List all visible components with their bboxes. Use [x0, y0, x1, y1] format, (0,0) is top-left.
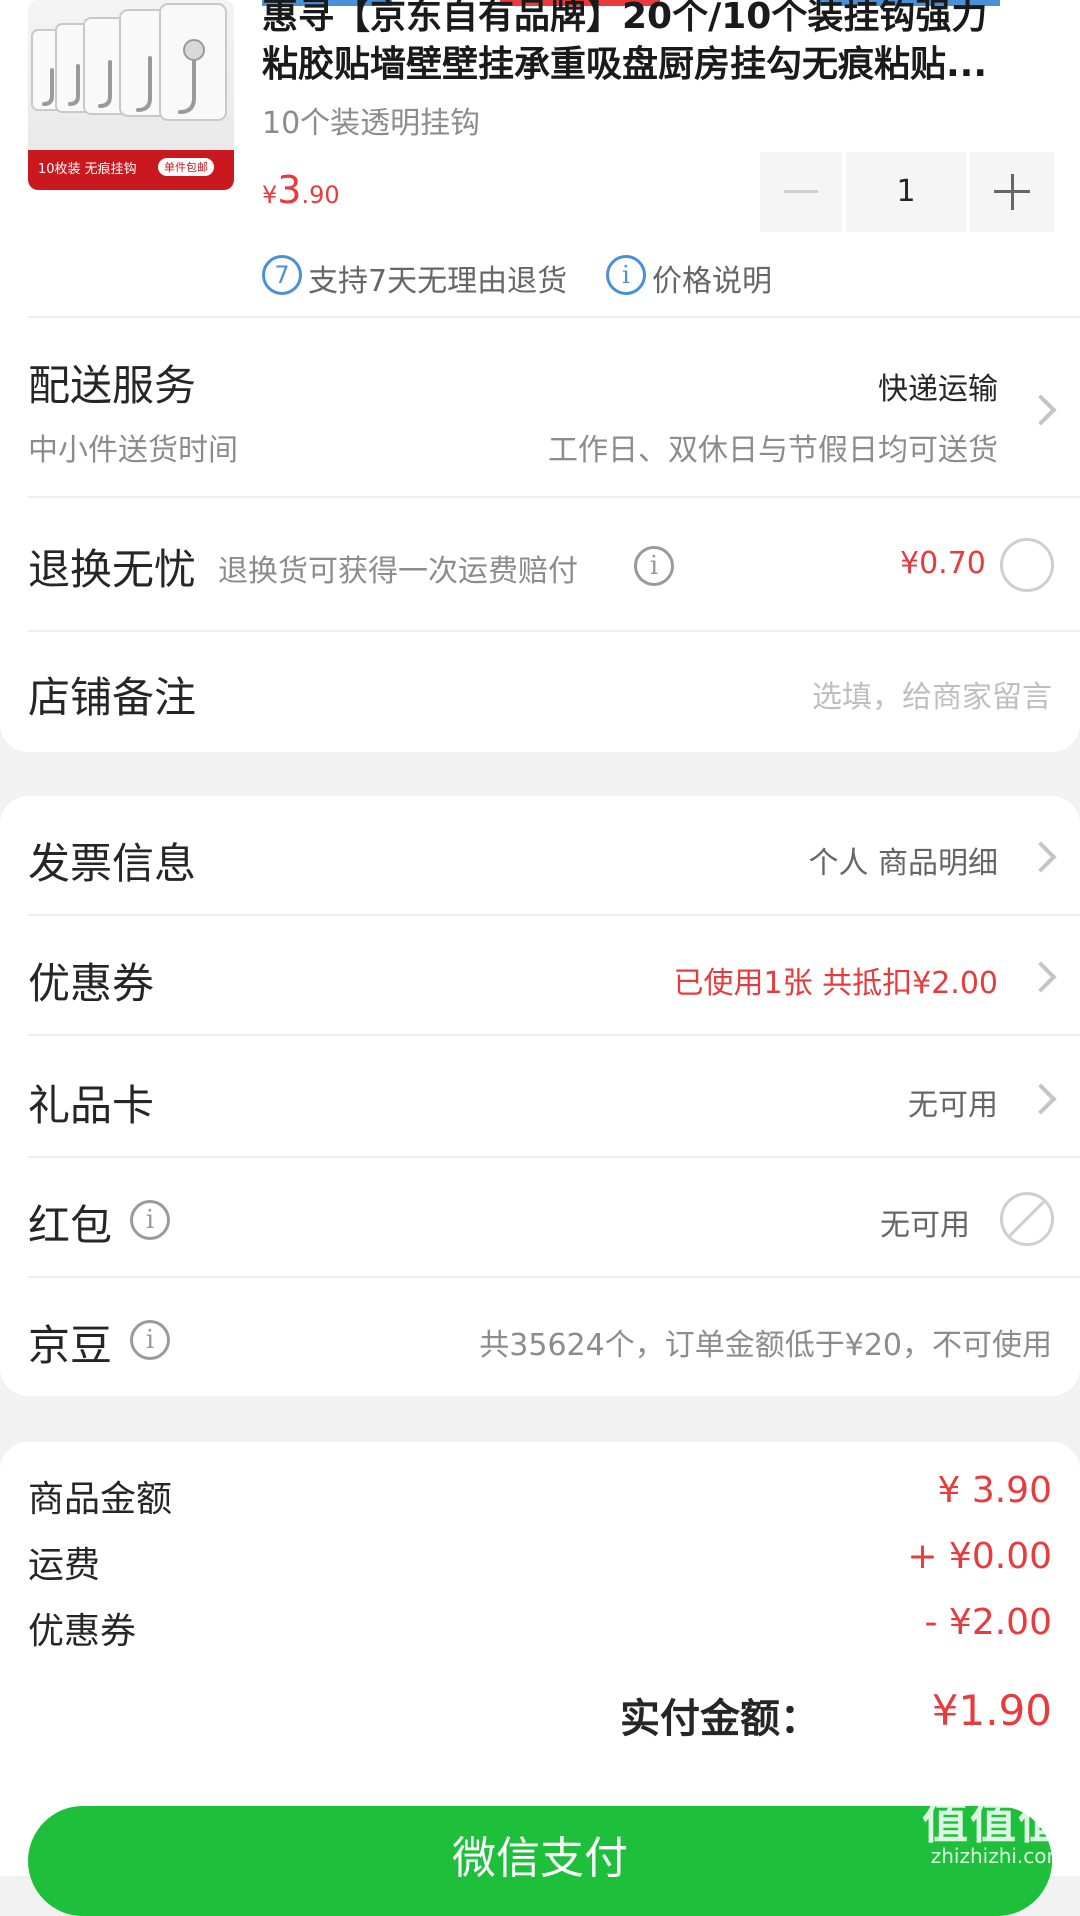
info-icon[interactable]: i — [130, 1200, 170, 1240]
order-summary: 商品金额 ¥ 3.90 运费 + ¥0.00 优惠券 - ¥2.00 — [0, 1442, 1080, 1686]
return-insurance-title: 退换无忧 — [28, 545, 197, 594]
red-packet-title: 红包 — [28, 1201, 113, 1250]
order-card-product: 10枚装 无痕挂钩 单件包邮 惠寻【京东自有品牌】20个/10个装挂钩强力 粘胶… — [0, 0, 1080, 752]
gift-card-value: 无可用 — [908, 1088, 998, 1123]
price-note-info-icon[interactable]: i — [606, 255, 646, 295]
goods-amount-label: 商品金额 — [28, 1479, 173, 1520]
watermark-logo: 值值值 — [922, 1795, 1066, 1849]
price-note-link[interactable]: 价格说明 — [652, 256, 772, 300]
chevron-right-icon — [1025, 1083, 1057, 1115]
coupon-discount-value: - ¥2.00 — [924, 1602, 1053, 1643]
price-decimal: .90 — [301, 181, 340, 209]
divider — [28, 914, 1080, 916]
product-title-line2[interactable]: 粘胶贴墙壁壁挂承重吸盘厨房挂勾无痕粘贴... — [262, 40, 1042, 90]
invoice-title: 发票信息 — [28, 839, 197, 888]
total-label: 实付金额： — [620, 1696, 820, 1742]
store-note-input[interactable]: 选填，给商家留言 — [812, 672, 1052, 716]
divider — [28, 630, 1080, 632]
jingdou-title: 京豆 — [28, 1321, 113, 1370]
disabled-icon-slash — [1006, 1197, 1048, 1240]
goods-amount-value: ¥ 3.90 — [937, 1470, 1052, 1511]
minus-icon — [784, 190, 818, 193]
quantity-field[interactable]: 1 — [846, 152, 966, 232]
order-card-benefits: 发票信息 个人 商品明细 优惠券 已使用1张 共抵扣¥2.00 礼品卡 无可用 … — [0, 796, 1080, 1396]
chevron-right-icon — [1025, 841, 1057, 873]
delivery-subtitle: 中小件送货时间 — [28, 433, 238, 468]
product-title-line1[interactable]: 惠寻【京东自有品牌】20个/10个装挂钩强力 — [262, 0, 1042, 42]
red-packet-value: 无可用 — [880, 1208, 970, 1243]
jingdou-value: 共35624个，订单金额低于¥20，不可使用 — [479, 1328, 1052, 1363]
watermark-url: zhizhizhi.com — [930, 1844, 1066, 1868]
chevron-right-icon — [1025, 394, 1057, 426]
product-image[interactable]: 10枚装 无痕挂钩 单件包邮 — [28, 0, 234, 190]
return-insurance-checkbox[interactable] — [1000, 538, 1054, 592]
product-image-badge: 单件包邮 — [158, 158, 214, 176]
coupon-value: 已使用1张 共抵扣¥2.00 — [673, 966, 998, 1001]
shipping-label: 运费 — [28, 1545, 101, 1586]
info-icon[interactable]: i — [634, 546, 674, 586]
price-symbol: ¥ — [262, 181, 278, 209]
total-value: ¥1.90 — [931, 1686, 1052, 1735]
hooks-illustration — [31, 3, 227, 121]
return-insurance-desc: 退换货可获得一次运费赔付 — [218, 554, 578, 589]
invoice-value: 个人 商品明细 — [808, 846, 998, 881]
return-insurance-price: ¥0.70 — [900, 546, 986, 581]
gift-card-title: 礼品卡 — [28, 1081, 155, 1130]
product-image-caption: 10枚装 无痕挂钩 — [38, 162, 137, 177]
quantity-stepper: 1 — [760, 152, 1054, 232]
product-price: ¥3.90 — [262, 168, 340, 212]
increase-button[interactable] — [970, 152, 1054, 232]
coupon-title: 优惠券 — [28, 959, 155, 1008]
info-icon[interactable]: i — [130, 1320, 170, 1360]
chevron-right-icon — [1025, 961, 1057, 993]
wechat-pay-label: 微信支付 — [452, 1833, 628, 1884]
plus-icon-vertical — [1011, 174, 1014, 210]
divider — [28, 1156, 1080, 1158]
price-integer: 3 — [277, 168, 302, 212]
divider — [28, 1034, 1080, 1036]
delivery-schedule: 工作日、双休日与节假日均可送货 — [548, 433, 998, 468]
delivery-method: 快递运输 — [878, 372, 998, 407]
return-policy-text: 支持7天无理由退货 — [308, 264, 568, 299]
shipping-value: + ¥0.00 — [907, 1536, 1052, 1577]
product-spec: 10个装透明挂钩 — [262, 106, 481, 141]
delivery-title: 配送服务 — [28, 361, 197, 410]
divider — [28, 316, 1080, 318]
return-policy-badge-icon: 7 — [262, 255, 302, 295]
pay-area: 实付金额： ¥1.90 微信支付 值值值 zhizhizhi.com — [0, 1686, 1080, 1916]
coupon-discount-label: 优惠券 — [28, 1611, 137, 1652]
divider — [28, 496, 1080, 498]
store-note-title: 店铺备注 — [28, 673, 197, 722]
disabled-icon — [1000, 1192, 1054, 1246]
decrease-button[interactable] — [760, 152, 842, 232]
divider — [28, 1276, 1080, 1278]
